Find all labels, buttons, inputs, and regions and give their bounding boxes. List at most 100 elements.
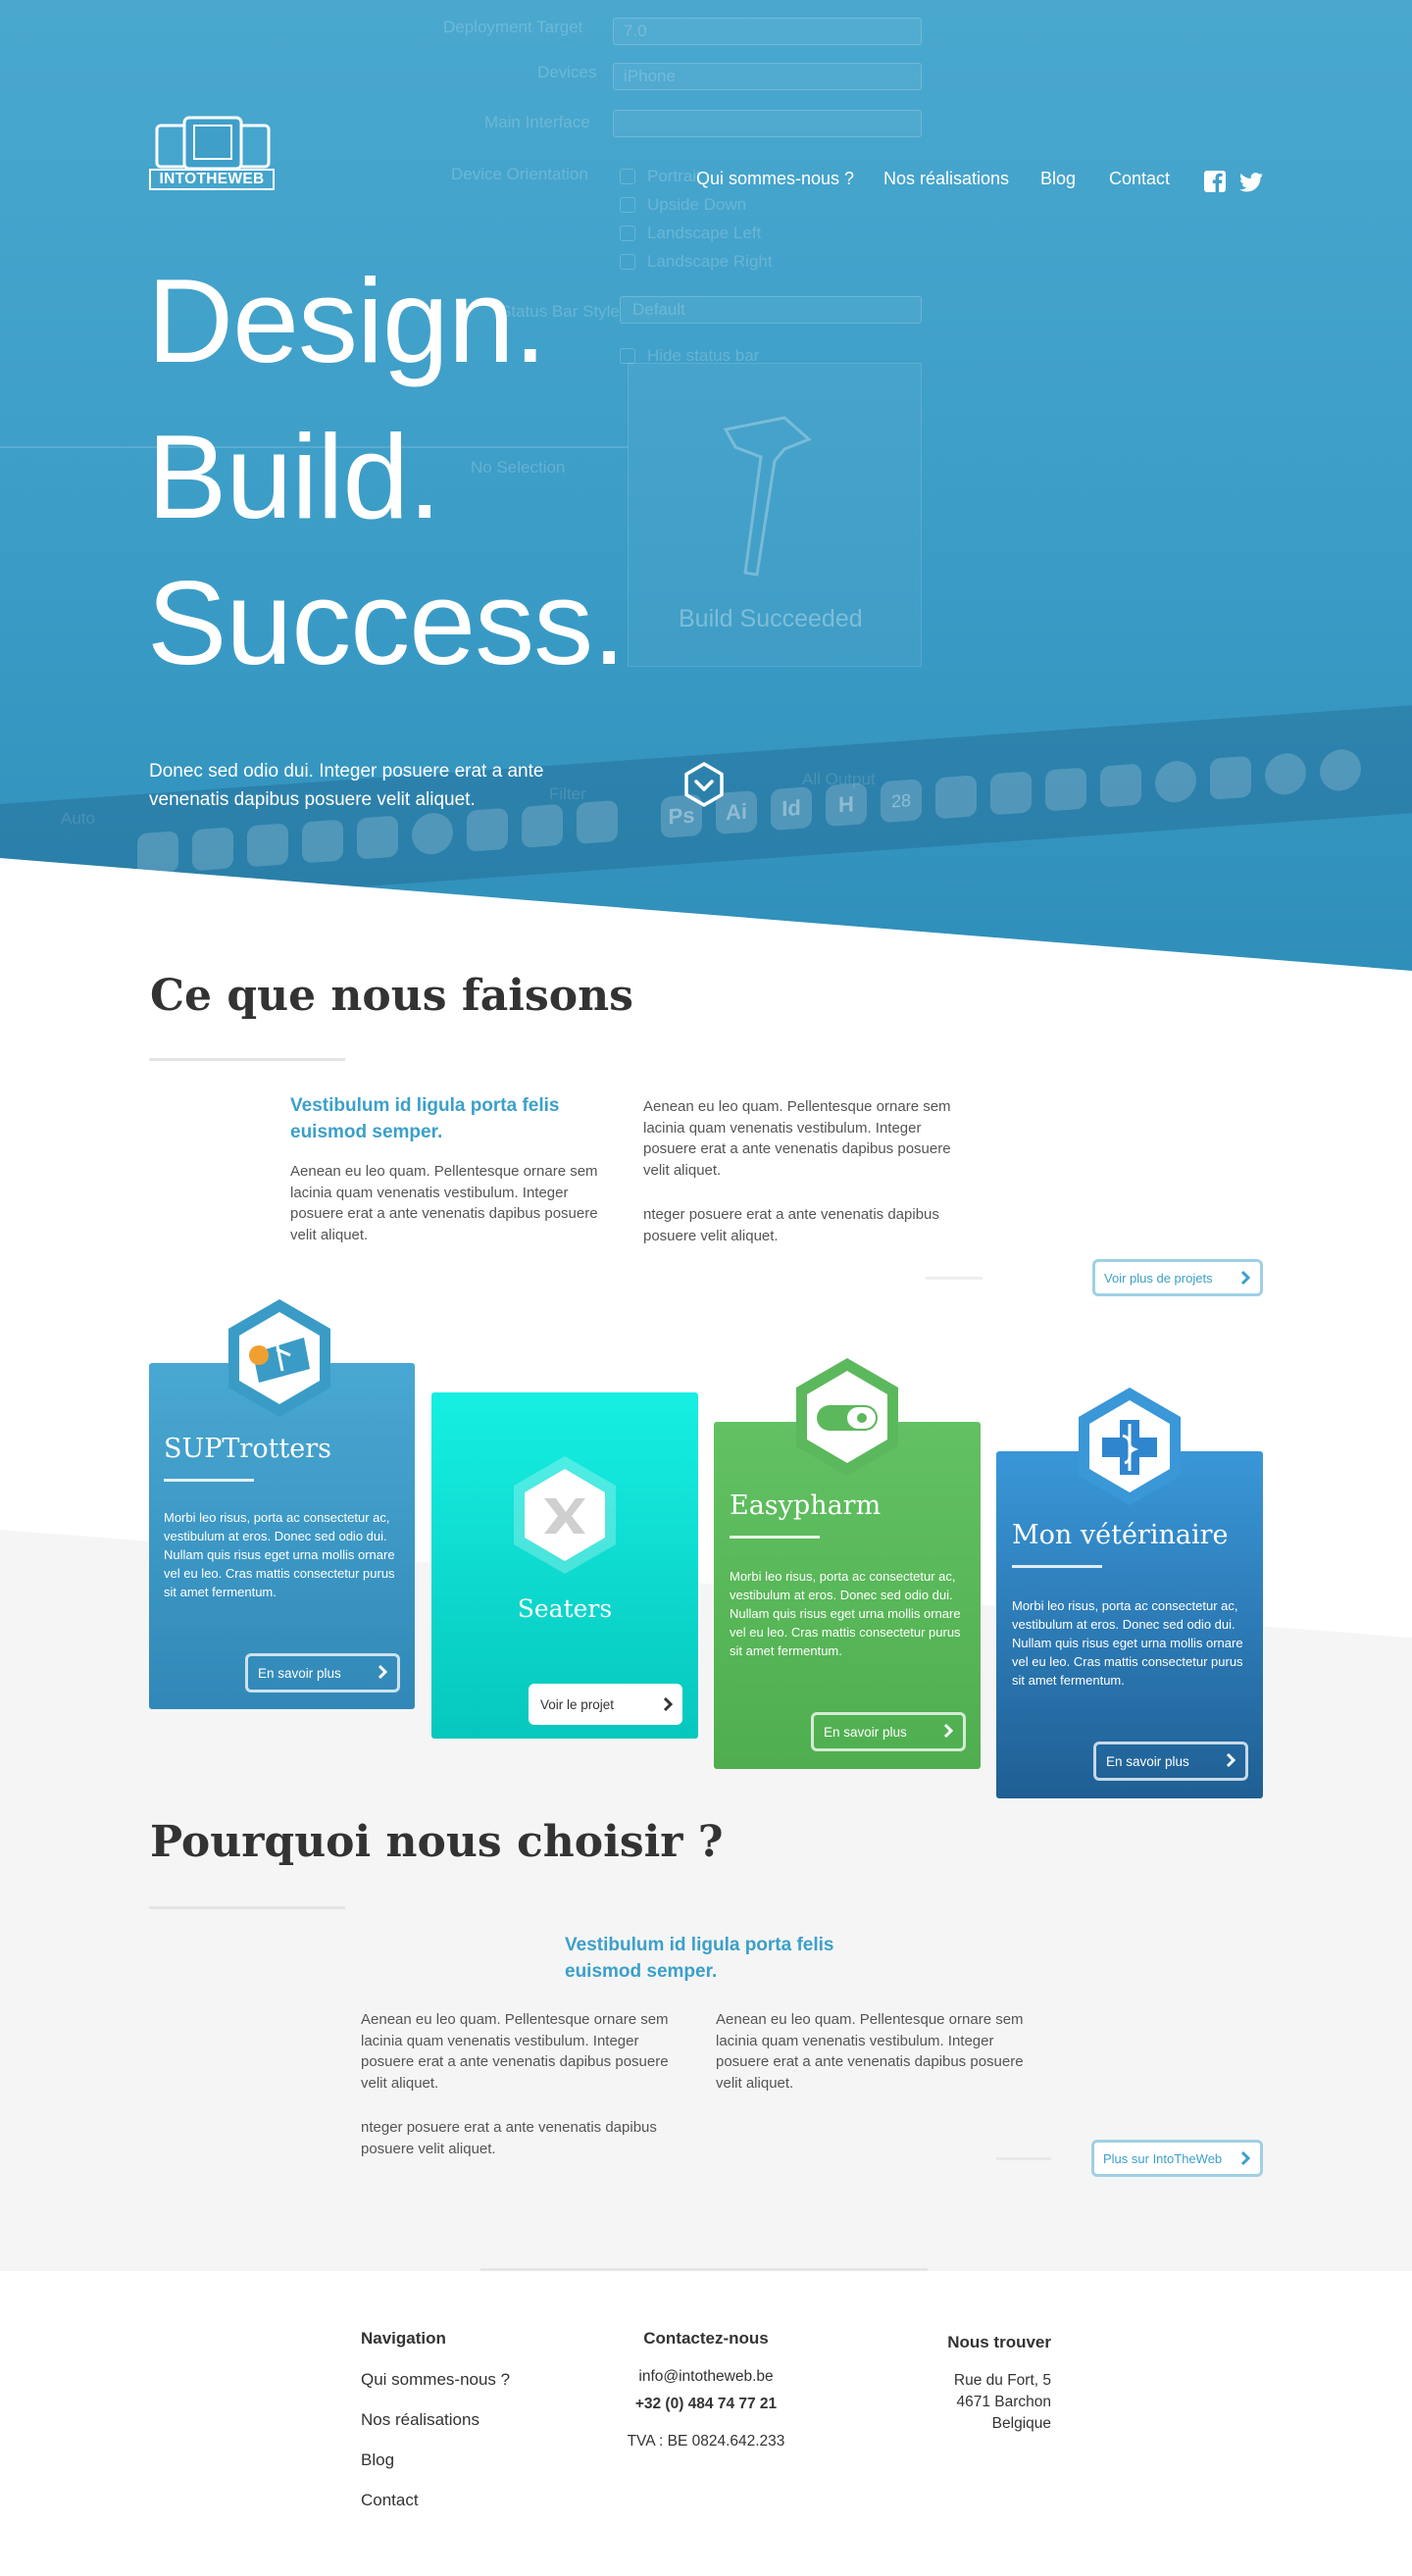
dock-app-icon [1210,755,1251,800]
bg-value: Portrait [647,167,701,185]
footer-link-about[interactable]: Qui sommes-nous ? [361,2370,510,2390]
services-text-col2a: Aenean eu leo quam. Pellentesque ornare … [643,1098,951,1179]
project-card-suptrotters[interactable]: SUPTrotters Morbi leo risus, porta ac co… [149,1299,415,1709]
chevron-right-icon [943,1723,954,1739]
learn-more-button[interactable]: En savoir plus [245,1653,400,1692]
project-card-easypharm[interactable]: Easypharm Morbi leo risus, porta ac cons… [714,1358,981,1769]
more-about-button[interactable]: Plus sur IntoTheWeb [1091,2140,1263,2177]
bg-value: Landscape Right [647,252,773,271]
bg-checkbox [620,197,635,213]
bg-field [613,110,922,137]
facebook-icon[interactable] [1204,171,1226,197]
bg-value: Upside Down [647,195,747,214]
learn-more-label: En savoir plus [824,1724,907,1740]
footer [0,2271,1412,2576]
dock-app-icon [1320,747,1361,792]
learn-more-button[interactable]: En savoir plus [811,1712,966,1751]
card-description: Morbi leo risus, porta ac consectetur ac… [164,1510,395,1599]
brand-logo[interactable]: INTOTHEWEB [149,116,277,194]
hero-title-line-1: Design. [147,254,547,387]
dock-app-icon [412,811,453,856]
dock-app-icon [935,775,977,820]
footer-link-contact[interactable]: Contact [361,2491,419,2510]
learn-more-button[interactable]: En savoir plus [1093,1742,1248,1781]
why-title: Pourquoi nous choisir ? [150,1817,724,1867]
why-text-col1a: Aenean eu leo quam. Pellentesque ornare … [361,2011,669,2092]
hero-title-line-2: Build. [147,410,441,543]
services-lead: Vestibulum id ligula porta felis euismod… [290,1095,560,1142]
dock-app-icon [990,771,1032,816]
hero-title-line-3: Success. [147,556,626,689]
hype-icon: H [826,783,867,828]
dock-app-icon [247,823,288,868]
dock-app-icon [192,827,233,872]
project-card-seaters[interactable]: Seaters Voir le projet [431,1392,698,1739]
chevron-right-icon [378,1664,388,1680]
dock-app-icon [357,815,398,860]
devices-logo-icon [155,116,271,171]
bg-build-status: Build Succeeded [679,605,863,632]
bg-value: Landscape Left [647,224,762,242]
easypharm-logo-icon [796,1358,898,1476]
footer-address-line: Rue du Fort, 5 [953,2372,1051,2389]
services-button-rule [926,1277,983,1280]
view-project-label: Voir le projet [540,1696,615,1712]
view-project-button[interactable]: Voir le projet [529,1684,682,1725]
nav-link-contact[interactable]: Contact [1109,169,1170,189]
bg-value: Default [632,300,685,319]
bg-checkbox [620,348,635,364]
dock-app-icon [137,831,178,876]
why-button-rule [996,2157,1051,2160]
bg-label: Devices [537,63,597,81]
footer-link-projects[interactable]: Nos réalisations [361,2410,479,2430]
bg-value: iPhone [624,67,676,85]
bg-checkbox [620,254,635,270]
bg-field: Default [620,296,922,324]
bg-label: Device Orientation [451,165,588,183]
bg-label: No Selection [471,458,566,477]
footer-email-link[interactable]: info@intotheweb.be [608,2368,804,2386]
footer-vat: TVA : BE 0824.642.233 [627,2433,785,2450]
nav-link-about[interactable]: Qui sommes-nous ? [696,169,854,189]
card-title-rule [164,1479,254,1482]
bg-label: Deployment Target [443,18,583,36]
project-card-mon-veterinaire[interactable]: Mon vétérinaire Morbi leo risus, porta a… [996,1388,1263,1798]
suptrotters-logo-icon [228,1299,330,1417]
dock-app-icon [1100,763,1141,808]
chevron-right-icon [1240,2150,1251,2166]
services-text-col2b: nteger posuere erat a ante venenatis dap… [643,1206,939,1244]
hammer-icon [723,416,812,577]
more-projects-label: Voir plus de projets [1104,1270,1213,1286]
services-title: Ce que nous faisons [150,971,633,1021]
card-title: Easypharm [730,1490,882,1521]
footer-contact-title: Contactez-nous [643,2329,769,2348]
twitter-icon[interactable] [1239,173,1263,197]
logo-wordmark: INTOTHEWEB [149,169,275,190]
scroll-down-button[interactable] [682,761,726,813]
bg-value: 7.0 [624,22,647,40]
footer-address-line: 4671 Barchon [956,2394,1051,2410]
chevron-right-icon [663,1696,674,1712]
card-title: SUPTrotters [164,1434,332,1464]
hero-section: Deployment Target 7.0 Devices iPhone Mai… [0,0,1412,971]
dock-app-icon [1155,759,1196,804]
why-text-col2: Aenean eu leo quam. Pellentesque ornare … [716,2011,1024,2092]
dock-app-icon [1265,751,1306,796]
footer-link-blog[interactable]: Blog [361,2450,394,2470]
indesign-icon: Id [771,786,812,832]
why-text-col1b: nteger posuere erat a ante venenatis dap… [361,2119,657,2157]
dock-app-icon [1045,767,1086,812]
chevron-right-icon [1226,1752,1236,1768]
card-title: Mon vétérinaire [1012,1520,1229,1550]
bg-checkbox [620,169,635,184]
learn-more-label: En savoir plus [1106,1753,1189,1769]
more-projects-button[interactable]: Voir plus de projets [1092,1259,1263,1296]
services-title-rule [149,1058,345,1061]
nav-link-projects[interactable]: Nos réalisations [883,169,1009,189]
footer-find-title: Nous trouver [947,2333,1051,2351]
hexagon-chevron-down-icon [684,762,724,807]
bg-field: 7.0 [613,18,922,45]
footer-nav-title: Navigation [361,2329,446,2348]
nav-link-blog[interactable]: Blog [1040,169,1076,189]
medical-cross-icon [1079,1388,1181,1505]
